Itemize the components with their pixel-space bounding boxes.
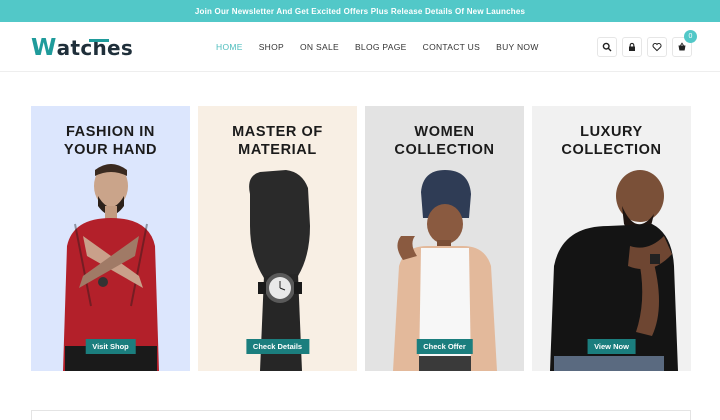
logo-accent-bar bbox=[89, 39, 109, 42]
panel-title: WOMEN COLLECTION bbox=[394, 124, 495, 158]
lock-icon bbox=[629, 42, 635, 51]
promo-panel-material[interactable]: MASTER OF MATERIAL Check Details bbox=[198, 106, 357, 371]
nav-contact-us[interactable]: CONTACT US bbox=[423, 40, 480, 54]
wishlist-button[interactable] bbox=[647, 37, 667, 57]
nav-home[interactable]: HOME bbox=[216, 40, 243, 54]
promo-panel-fashion[interactable]: FASHION IN YOUR HAND Visit Shop bbox=[31, 106, 190, 371]
site-logo[interactable]: Watches bbox=[31, 35, 133, 61]
header-icons: 0 bbox=[597, 30, 697, 57]
nav-shop[interactable]: SHOP bbox=[259, 40, 284, 54]
next-section-box bbox=[31, 410, 691, 420]
search-icon bbox=[602, 42, 612, 52]
heart-icon bbox=[652, 42, 662, 52]
announcement-bar: Join Our Newsletter And Get Excited Offe… bbox=[0, 0, 720, 22]
panel-title: MASTER OF MATERIAL bbox=[232, 124, 323, 158]
announcement-text: Join Our Newsletter And Get Excited Offe… bbox=[194, 6, 526, 16]
cart-icon bbox=[678, 42, 686, 51]
nav-buy-now[interactable]: BUY NOW bbox=[496, 40, 539, 54]
main-nav: HOME SHOP ON SALE BLOG PAGE CONTACT US B… bbox=[216, 40, 555, 54]
logo-initial: W bbox=[31, 35, 57, 61]
check-details-button[interactable]: Check Details bbox=[245, 339, 310, 354]
panel-title: FASHION IN YOUR HAND bbox=[63, 124, 158, 158]
promo-panel-women[interactable]: WOMEN COLLECTION Check Offer bbox=[365, 106, 524, 371]
cart-button[interactable]: 0 bbox=[672, 30, 697, 57]
visit-shop-button[interactable]: Visit Shop bbox=[85, 339, 136, 354]
panel-title: LUXURY COLLECTION bbox=[561, 124, 662, 158]
cart-count-badge: 0 bbox=[684, 30, 697, 43]
nav-blog-page[interactable]: BLOG PAGE bbox=[355, 40, 407, 54]
search-button[interactable] bbox=[597, 37, 617, 57]
site-header: Watches HOME SHOP ON SALE BLOG PAGE CONT… bbox=[0, 22, 720, 72]
nav-on-sale[interactable]: ON SALE bbox=[300, 40, 339, 54]
promo-panel-luxury[interactable]: LUXURY COLLECTION View Now bbox=[532, 106, 691, 371]
view-now-button[interactable]: View Now bbox=[587, 339, 636, 354]
check-offer-button[interactable]: Check Offer bbox=[416, 339, 473, 354]
account-button[interactable] bbox=[622, 37, 642, 57]
